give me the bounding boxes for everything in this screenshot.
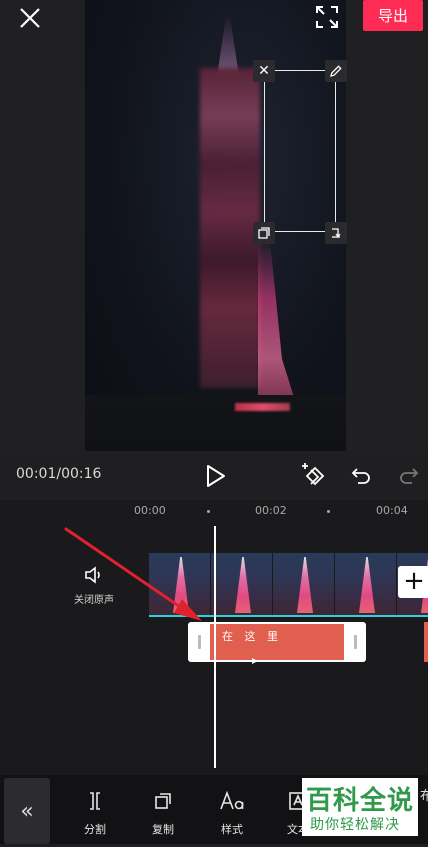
- watermark-subtitle: 助你轻松解决: [310, 817, 400, 833]
- keyframe-add-icon[interactable]: [298, 460, 328, 490]
- redo-icon[interactable]: [398, 464, 420, 486]
- clip-right-handle[interactable]: [354, 635, 357, 649]
- blurred-region: [200, 68, 260, 388]
- style-label: 样式: [221, 823, 243, 836]
- split-icon: [84, 787, 106, 815]
- timecode: 00:01/00:16: [16, 466, 102, 482]
- watermark-title: 百科全说: [306, 786, 415, 816]
- time-tick-0: 00:00: [134, 504, 166, 517]
- copy-label: 复制: [152, 823, 174, 836]
- split-label: 分割: [84, 823, 106, 836]
- export-button[interactable]: 导出: [363, 0, 423, 31]
- undo-icon[interactable]: [350, 464, 372, 486]
- annotation-arrow-icon: [60, 525, 220, 625]
- next-text-clip[interactable]: [424, 622, 428, 662]
- city-lights: [235, 403, 290, 411]
- time-tick-1: 00:02: [255, 504, 287, 517]
- text-animation-arrow-icon: [222, 650, 260, 664]
- partial-tool-label[interactable]: 布: [420, 785, 428, 804]
- video-frame-thumb: [273, 553, 335, 615]
- text-clip-label: 在 这 里: [222, 630, 282, 643]
- copy-sticker-icon[interactable]: [253, 222, 275, 244]
- resize-rotate-icon[interactable]: [325, 222, 347, 244]
- close-icon[interactable]: [16, 4, 44, 32]
- city-silhouette: [85, 395, 346, 451]
- style-icon: [219, 787, 245, 815]
- delete-icon[interactable]: ✕: [253, 60, 275, 82]
- fullscreen-icon[interactable]: [314, 4, 340, 30]
- time-dot: [327, 510, 330, 513]
- video-frame-thumb: [211, 553, 273, 615]
- edit-icon[interactable]: [325, 60, 347, 82]
- text-selection-box[interactable]: [264, 70, 336, 232]
- collapse-back-icon[interactable]: «: [4, 778, 50, 844]
- time-tick-2: 00:04: [376, 504, 408, 517]
- split-button[interactable]: 分割: [69, 787, 121, 847]
- copy-icon: [152, 787, 174, 815]
- video-frame-thumb: [335, 553, 397, 615]
- style-button[interactable]: 样式: [206, 787, 258, 847]
- add-clip-button[interactable]: +: [398, 566, 428, 598]
- clip-left-handle[interactable]: [198, 635, 201, 649]
- copy-button[interactable]: 复制: [137, 787, 189, 847]
- time-dot: [207, 510, 210, 513]
- play-icon[interactable]: [202, 463, 228, 489]
